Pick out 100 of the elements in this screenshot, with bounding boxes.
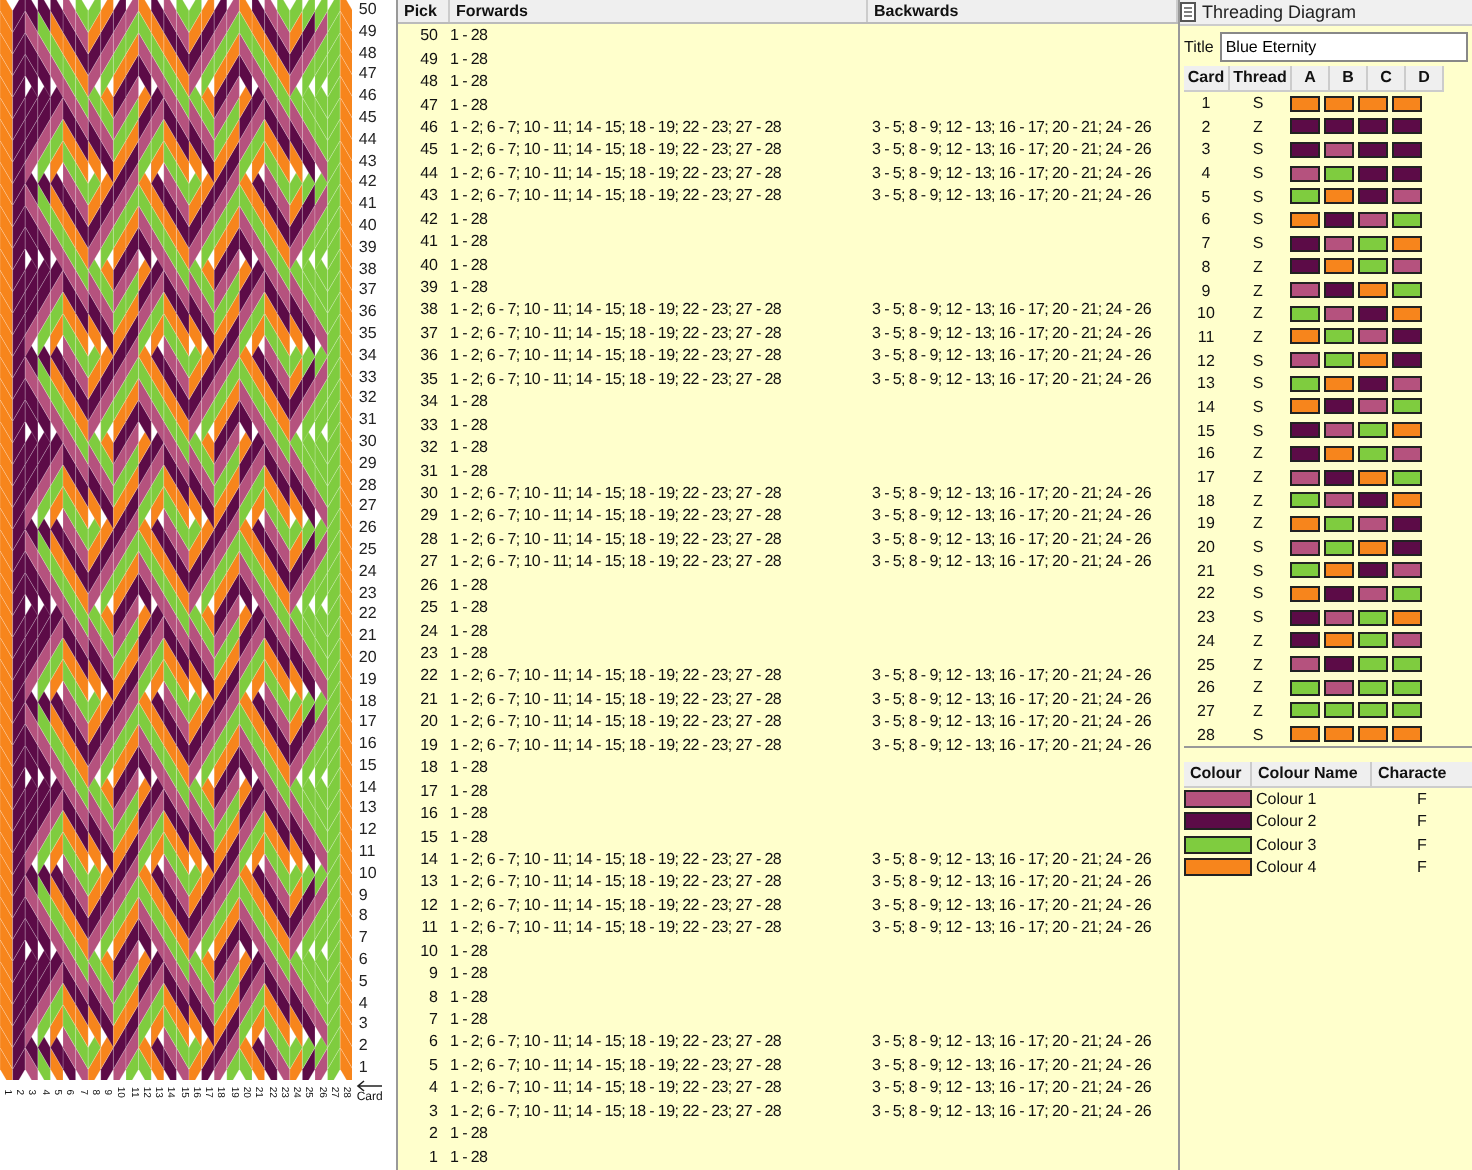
hole-colour-swatch[interactable] xyxy=(1392,515,1422,532)
hole-colour-swatch[interactable] xyxy=(1290,539,1320,556)
hole-colour-swatch[interactable] xyxy=(1358,141,1388,158)
hole-colour-swatch[interactable] xyxy=(1324,492,1354,509)
hole-colour-swatch[interactable] xyxy=(1358,398,1388,415)
hole-colour-swatch[interactable] xyxy=(1358,352,1388,369)
hole-colour-swatch[interactable] xyxy=(1324,375,1354,392)
hole-colour-swatch[interactable] xyxy=(1392,539,1422,556)
hole-colour-swatch[interactable] xyxy=(1392,188,1422,205)
hole-colour-swatch[interactable] xyxy=(1392,492,1422,509)
column-header[interactable]: Characte xyxy=(1372,762,1472,789)
hole-colour-swatch[interactable] xyxy=(1392,609,1422,626)
hole-colour-swatch[interactable] xyxy=(1290,445,1320,462)
hole-colour-swatch[interactable] xyxy=(1290,422,1320,439)
hole-colour-swatch[interactable] xyxy=(1358,492,1388,509)
hole-colour-swatch[interactable] xyxy=(1392,398,1422,415)
hole-colour-swatch[interactable] xyxy=(1290,211,1320,228)
hole-colour-swatch[interactable] xyxy=(1324,726,1354,743)
hole-colour-swatch[interactable] xyxy=(1290,679,1320,696)
hole-colour-swatch[interactable] xyxy=(1290,656,1320,673)
hole-colour-swatch[interactable] xyxy=(1392,656,1422,673)
column-header[interactable]: C xyxy=(1368,66,1406,93)
hole-colour-swatch[interactable] xyxy=(1358,165,1388,182)
hole-colour-swatch[interactable] xyxy=(1290,352,1320,369)
column-header[interactable]: Thread xyxy=(1230,66,1292,93)
hole-colour-swatch[interactable] xyxy=(1290,165,1320,182)
column-header[interactable]: Backwards xyxy=(868,0,1178,22)
hole-colour-swatch[interactable] xyxy=(1358,422,1388,439)
column-header[interactable]: A xyxy=(1292,66,1330,93)
hole-colour-swatch[interactable] xyxy=(1324,679,1354,696)
hole-colour-swatch[interactable] xyxy=(1324,211,1354,228)
hole-colour-swatch[interactable] xyxy=(1324,188,1354,205)
hole-colour-swatch[interactable] xyxy=(1358,632,1388,649)
hole-colour-swatch[interactable] xyxy=(1358,235,1388,252)
hole-colour-swatch[interactable] xyxy=(1290,305,1320,322)
hole-colour-swatch[interactable] xyxy=(1358,585,1388,602)
hole-colour-swatch[interactable] xyxy=(1358,679,1388,696)
hole-colour-swatch[interactable] xyxy=(1290,609,1320,626)
hole-colour-swatch[interactable] xyxy=(1324,328,1354,345)
hole-colour-swatch[interactable] xyxy=(1324,632,1354,649)
hole-colour-swatch[interactable] xyxy=(1392,352,1422,369)
hole-colour-swatch[interactable] xyxy=(1324,702,1354,719)
hole-colour-swatch[interactable] xyxy=(1324,469,1354,486)
hole-colour-swatch[interactable] xyxy=(1392,305,1422,322)
hole-colour-swatch[interactable] xyxy=(1324,609,1354,626)
hole-colour-swatch[interactable] xyxy=(1324,562,1354,579)
hole-colour-swatch[interactable] xyxy=(1324,282,1354,299)
hole-colour-swatch[interactable] xyxy=(1290,375,1320,392)
hole-colour-swatch[interactable] xyxy=(1324,539,1354,556)
hole-colour-swatch[interactable] xyxy=(1290,585,1320,602)
hole-colour-swatch[interactable] xyxy=(1392,282,1422,299)
column-header[interactable]: Colour Name xyxy=(1252,762,1372,789)
hole-colour-swatch[interactable] xyxy=(1392,165,1422,182)
hole-colour-swatch[interactable] xyxy=(1290,282,1320,299)
hole-colour-swatch[interactable] xyxy=(1392,118,1422,135)
hole-colour-swatch[interactable] xyxy=(1290,726,1320,743)
hole-colour-swatch[interactable] xyxy=(1392,726,1422,743)
hole-colour-swatch[interactable] xyxy=(1392,679,1422,696)
hole-colour-swatch[interactable] xyxy=(1290,398,1320,415)
hole-colour-swatch[interactable] xyxy=(1358,726,1388,743)
hole-colour-swatch[interactable] xyxy=(1358,515,1388,532)
hole-colour-swatch[interactable] xyxy=(1290,258,1320,275)
hole-colour-swatch[interactable] xyxy=(1392,585,1422,602)
title-field[interactable]: Blue Eternity xyxy=(1219,32,1468,62)
hole-colour-swatch[interactable] xyxy=(1324,235,1354,252)
column-header[interactable]: Forwards xyxy=(450,0,868,22)
hole-colour-swatch[interactable] xyxy=(1358,211,1388,228)
hole-colour-swatch[interactable] xyxy=(1392,375,1422,392)
hole-colour-swatch[interactable] xyxy=(1290,492,1320,509)
hole-colour-swatch[interactable] xyxy=(1358,328,1388,345)
hole-colour-swatch[interactable] xyxy=(1392,562,1422,579)
colour-swatch[interactable] xyxy=(1184,858,1252,877)
hole-colour-swatch[interactable] xyxy=(1392,258,1422,275)
hole-colour-swatch[interactable] xyxy=(1358,258,1388,275)
column-header[interactable]: B xyxy=(1330,66,1368,93)
hole-colour-swatch[interactable] xyxy=(1290,469,1320,486)
hole-colour-swatch[interactable] xyxy=(1324,515,1354,532)
hole-colour-swatch[interactable] xyxy=(1392,702,1422,719)
hole-colour-swatch[interactable] xyxy=(1290,118,1320,135)
column-header[interactable]: Card xyxy=(1184,66,1230,93)
hole-colour-swatch[interactable] xyxy=(1392,445,1422,462)
hole-colour-swatch[interactable] xyxy=(1392,328,1422,345)
hole-colour-swatch[interactable] xyxy=(1358,305,1388,322)
hole-colour-swatch[interactable] xyxy=(1290,188,1320,205)
hole-colour-swatch[interactable] xyxy=(1290,632,1320,649)
hole-colour-swatch[interactable] xyxy=(1358,562,1388,579)
hole-colour-swatch[interactable] xyxy=(1324,95,1354,112)
hole-colour-swatch[interactable] xyxy=(1290,562,1320,579)
hole-colour-swatch[interactable] xyxy=(1324,118,1354,135)
hole-colour-swatch[interactable] xyxy=(1290,141,1320,158)
hole-colour-swatch[interactable] xyxy=(1290,702,1320,719)
hole-colour-swatch[interactable] xyxy=(1392,141,1422,158)
hole-colour-swatch[interactable] xyxy=(1324,398,1354,415)
colour-swatch[interactable] xyxy=(1184,835,1252,854)
hole-colour-swatch[interactable] xyxy=(1358,375,1388,392)
hole-colour-swatch[interactable] xyxy=(1358,656,1388,673)
hole-colour-swatch[interactable] xyxy=(1392,211,1422,228)
hole-colour-swatch[interactable] xyxy=(1324,258,1354,275)
hole-colour-swatch[interactable] xyxy=(1358,539,1388,556)
hole-colour-swatch[interactable] xyxy=(1358,282,1388,299)
